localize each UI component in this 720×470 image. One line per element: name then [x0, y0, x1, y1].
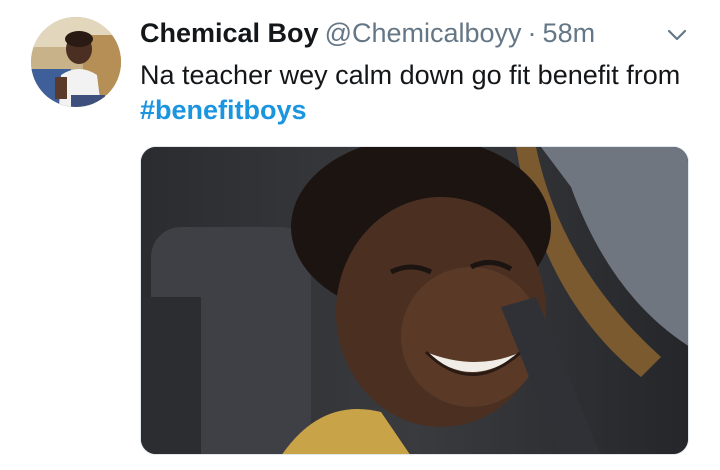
- tweet-body: Na teacher wey calm down go fit benefit …: [140, 60, 681, 90]
- tweet-media[interactable]: [140, 146, 689, 455]
- avatar-image: [31, 17, 121, 107]
- chevron-down-icon[interactable]: [664, 22, 690, 48]
- tweet-header: Chemical Boy @Chemicalboyy · 58m: [140, 16, 595, 50]
- tweet-text: Na teacher wey calm down go fit benefit …: [140, 58, 700, 128]
- user-handle[interactable]: @Chemicalboyy: [325, 18, 522, 48]
- display-name[interactable]: Chemical Boy: [140, 18, 319, 48]
- hashtag-link[interactable]: #benefitboys: [140, 95, 307, 125]
- timestamp[interactable]: 58m: [543, 18, 596, 48]
- tweet: Chemical Boy @Chemicalboyy · 58m Na teacher…: [0, 0, 720, 470]
- avatar[interactable]: [31, 17, 121, 107]
- separator-dot: ·: [527, 18, 537, 48]
- media-image: [141, 147, 688, 454]
